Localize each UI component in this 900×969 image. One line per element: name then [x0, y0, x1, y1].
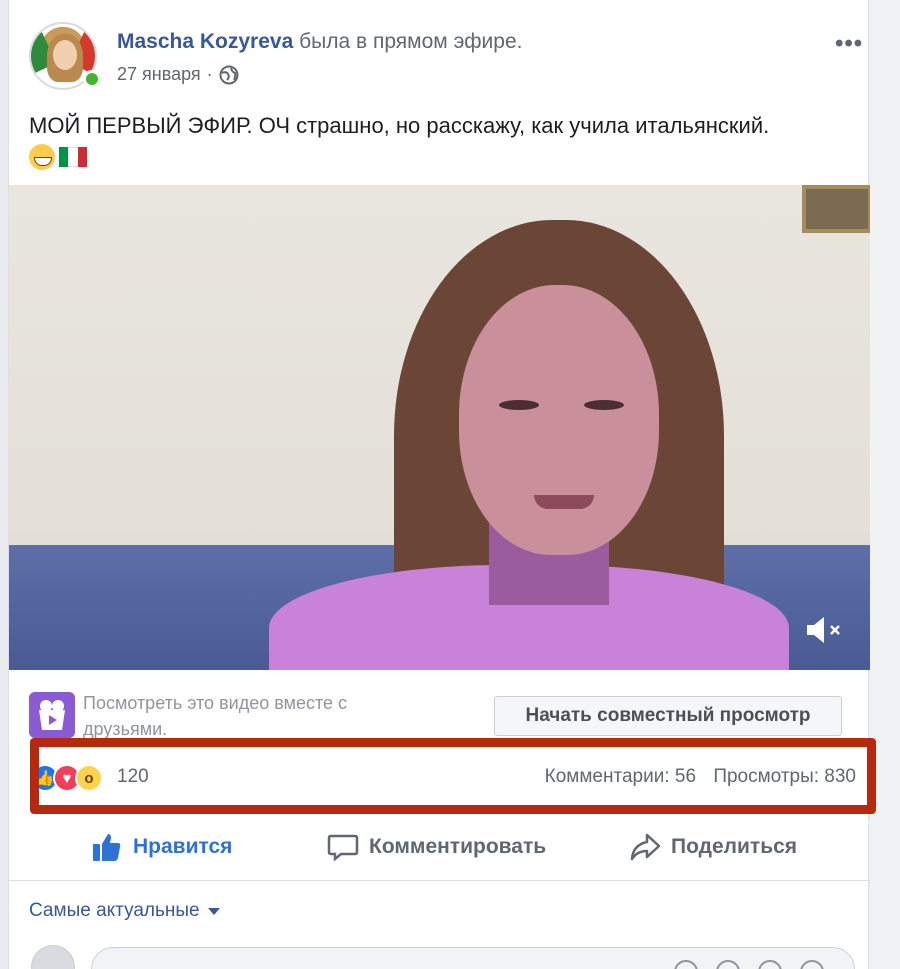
comments-count-link[interactable]: Комментарии: 56 [545, 766, 696, 787]
start-watch-party-button[interactable]: Начать совместный просмотр [494, 696, 842, 736]
online-status-icon [83, 70, 101, 88]
comment-input-icons [674, 960, 824, 969]
meta-separator: · [206, 64, 213, 84]
share-label: Поделиться [671, 835, 798, 858]
italy-flag-emoji-icon [59, 147, 87, 167]
gif-icon[interactable] [758, 960, 782, 969]
name-line: Mascha Kozyreva была в прямом эфире. [117, 30, 522, 54]
post-actions: Нравится Комментировать Поделиться [9, 822, 870, 872]
woman-eye-right [584, 400, 624, 410]
grinning-face-emoji-icon [29, 144, 55, 170]
woman-face [459, 285, 659, 555]
comment-sort-dropdown[interactable]: Самые актуальные [29, 900, 220, 922]
page: Mascha Kozyreva была в прямом эфире. 27 … [0, 0, 900, 969]
post-card: Mascha Kozyreva была в прямом эфире. 27 … [8, 0, 870, 969]
comment-sort-label: Самые актуальные [29, 900, 200, 921]
post-text: МОЙ ПЕРВЫЙ ЭФИР. ОЧ страшно, но расскажу… [29, 113, 770, 138]
more-options-icon[interactable]: ••• [835, 30, 863, 58]
actions-divider [9, 880, 870, 881]
author-name-link[interactable]: Mascha Kozyreva [117, 30, 293, 53]
engagement-counts: Комментарии: 56 Просмотры: 830 [545, 766, 856, 788]
comment-button[interactable]: Комментировать [327, 831, 546, 863]
comment-composer [9, 945, 870, 969]
like-button[interactable]: Нравится [91, 831, 232, 863]
camera-icon[interactable] [716, 960, 740, 969]
watch-party-text: Посмотреть это видео вместе с друзьями. [83, 693, 348, 739]
viewer-avatar [31, 945, 75, 969]
comment-bubble-icon [327, 834, 359, 862]
wall-picture-frame [802, 185, 870, 233]
caret-down-icon [207, 907, 220, 915]
share-arrow-icon [630, 833, 661, 861]
watch-party-row: Посмотреть это видео вместе с друзьями. … [9, 670, 870, 740]
reaction-icons[interactable]: 👍 ♥ o [31, 764, 103, 792]
mute-icon[interactable] [804, 615, 849, 645]
views-count: Просмотры: 830 [713, 766, 856, 787]
watch-party-icon [29, 692, 75, 738]
sticker-icon[interactable] [800, 960, 824, 969]
globe-icon[interactable] [219, 65, 239, 85]
woman-mouth [534, 495, 594, 509]
post-header: Mascha Kozyreva была в прямом эфире. 27 … [29, 22, 862, 92]
live-video-player[interactable] [9, 185, 870, 670]
post-meta: 27 января · [117, 64, 239, 85]
like-label: Нравится [133, 835, 233, 858]
post-date-link[interactable]: 27 января [117, 64, 201, 85]
wow-reaction-icon: o [75, 764, 103, 792]
thumbs-up-icon [93, 834, 121, 861]
comment-input[interactable] [91, 947, 855, 969]
comment-label: Комментировать [369, 835, 547, 858]
reactions-count[interactable]: 120 [117, 766, 149, 788]
share-button[interactable]: Поделиться [629, 831, 797, 863]
emoji-picker-icon[interactable] [674, 960, 698, 969]
post-text-block: МОЙ ПЕРВЫЙ ЭФИР. ОЧ страшно, но расскажу… [29, 110, 859, 170]
avatar-face [53, 40, 77, 70]
post-stats: 👍 ♥ o 120 Комментарии: 56 Просмотры: 830 [9, 748, 870, 804]
page-background-strip [870, 0, 900, 969]
post-action-text: была в прямом эфире. [299, 30, 523, 53]
woman-eye-left [499, 400, 539, 410]
post-emojis [29, 144, 859, 170]
